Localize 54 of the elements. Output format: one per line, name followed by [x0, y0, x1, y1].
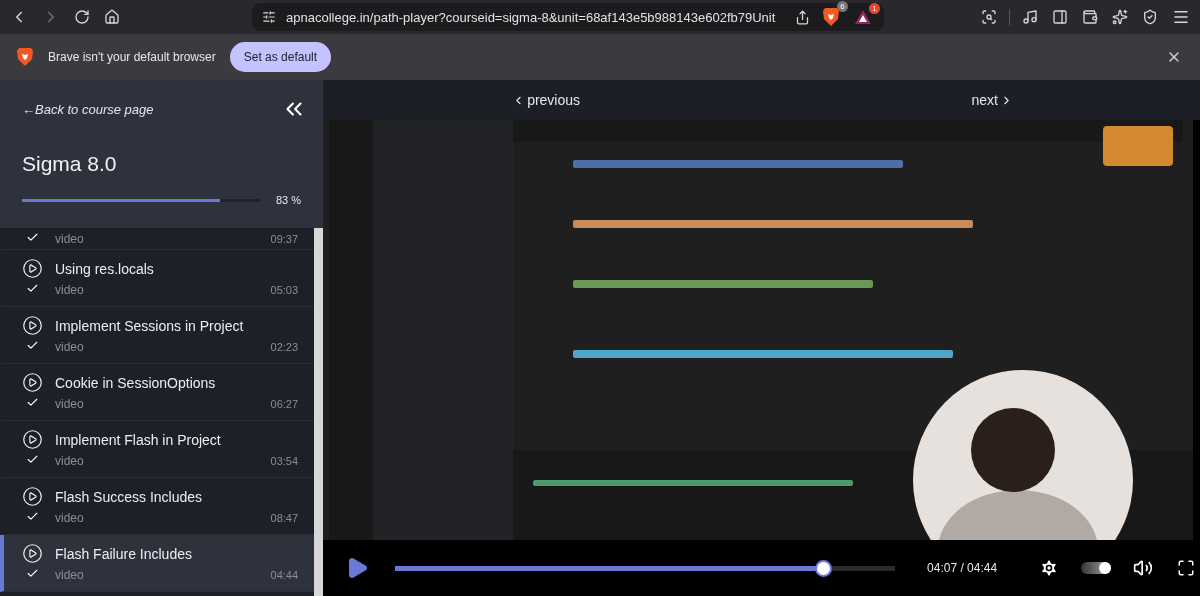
count-badge: 6 [837, 1, 848, 12]
lesson-duration: 04:44 [270, 569, 299, 582]
play-circle-icon [22, 543, 43, 564]
lesson-type: video [55, 511, 85, 525]
scrollbar[interactable] [314, 228, 324, 596]
play-circle-icon [22, 315, 43, 336]
lesson-duration: 09:37 [270, 233, 299, 246]
lesson-duration: 03:54 [270, 455, 299, 468]
lesson-title: Implement Sessions in Project [55, 317, 245, 334]
lesson-type: video [55, 232, 85, 246]
site-settings-icon[interactable] [262, 10, 276, 24]
lesson-duration: 02:23 [270, 341, 299, 354]
lesson-duration: 06:27 [270, 398, 299, 411]
progress-percent: 83 % [276, 194, 302, 206]
lesson-type: video [55, 283, 85, 297]
lesson-title: Implement Flash in Project [55, 431, 222, 448]
lesson-type: video [55, 397, 85, 411]
play-circle-icon [22, 429, 43, 450]
lesson-item[interactable]: Flash Failure Includes video 04:44 [0, 535, 315, 592]
music-icon[interactable] [1020, 7, 1040, 27]
previous-link[interactable]: previous [512, 92, 581, 108]
lesson-item[interactable]: video 09:37 [0, 228, 315, 250]
lesson-duration: 08:47 [270, 512, 299, 525]
triangle-icon[interactable] [854, 9, 872, 25]
course-title: Sigma 8.0 [22, 152, 118, 176]
lesson-title: Cookie in SessionOptions [55, 374, 217, 391]
back-link[interactable]: ←Back to course page [22, 101, 154, 117]
share-icon[interactable] [795, 9, 810, 25]
lesson-type: video [55, 568, 85, 582]
play-circle-icon [22, 372, 43, 393]
count-badge: 1 [869, 3, 880, 14]
infobar-message: Brave isn't your default browser [48, 50, 216, 64]
lesson-type: video [55, 340, 85, 354]
wallet-icon[interactable] [1080, 7, 1100, 27]
time-display: 04:07 / 04:44 [927, 561, 998, 575]
play-circle-icon [22, 486, 43, 507]
sparkle-icon[interactable] [1110, 7, 1130, 27]
lesson-type: video [55, 454, 85, 468]
play-circle-icon [22, 258, 43, 279]
set-default-button[interactable]: Set as default [229, 42, 332, 72]
sidebar-icon[interactable] [1050, 7, 1070, 27]
autoplay-toggle[interactable] [1081, 562, 1112, 574]
reader-icon[interactable] [979, 7, 999, 27]
lesson-title: Flash Failure Includes [55, 545, 193, 562]
lesson-duration: 05:03 [270, 284, 299, 297]
lion-icon[interactable] [822, 7, 840, 27]
address-bar[interactable]: apnacollege.in/path-player?courseid=sigma-8&unit=68af143e5b988143e602fb79Unit 6 1 [252, 3, 884, 31]
seek-handle[interactable] [815, 559, 833, 577]
reload-button[interactable] [72, 7, 92, 27]
home-button[interactable] [102, 7, 122, 27]
lesson-title: Flash Success Includes [55, 488, 204, 505]
lesson-title: Using res.locals [55, 260, 155, 277]
lion-icon [16, 47, 34, 67]
next-link[interactable]: next [971, 92, 1013, 108]
